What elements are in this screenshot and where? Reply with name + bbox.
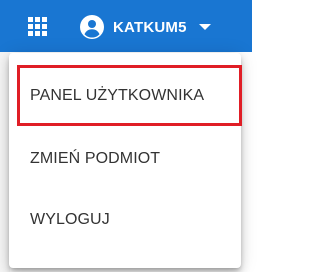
apps-grid-dot xyxy=(28,24,33,29)
menu-item-change-entity[interactable]: ZMIEŃ PODMIOT xyxy=(9,135,241,183)
top-app-bar: KATKUM5 xyxy=(0,0,252,52)
menu-item-user-panel[interactable]: PANEL UŻYTKOWNIKA xyxy=(9,72,241,120)
account-circle-icon xyxy=(80,15,104,39)
apps-grid-dot xyxy=(42,17,47,22)
apps-grid-dot xyxy=(42,31,47,36)
user-menu-button[interactable]: KATKUM5 xyxy=(80,14,211,40)
apps-grid-dot xyxy=(35,24,40,29)
apps-grid-dot xyxy=(28,17,33,22)
username-label: KATKUM5 xyxy=(113,18,187,36)
apps-grid-dot xyxy=(35,31,40,36)
user-dropdown-menu: PANEL UŻYTKOWNIKA ZMIEŃ PODMIOT WYLOGUJ xyxy=(9,53,242,268)
apps-grid-icon[interactable] xyxy=(28,17,48,37)
apps-grid-dot xyxy=(28,31,33,36)
apps-grid-dot xyxy=(35,17,40,22)
menu-item-logout[interactable]: WYLOGUJ xyxy=(9,196,241,244)
apps-grid-dot xyxy=(42,24,47,29)
arrow-drop-down-icon xyxy=(198,24,211,30)
